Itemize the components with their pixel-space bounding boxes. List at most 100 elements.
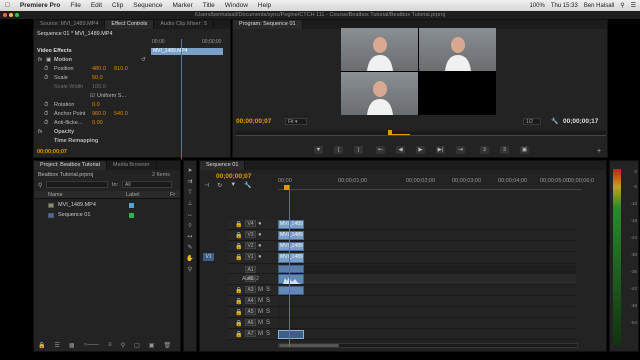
list-item[interactable]: MVI_1489.MP4 <box>34 201 180 210</box>
wrench-icon[interactable]: 🔧 <box>551 118 558 125</box>
stopwatch-icon[interactable]: ⏱ <box>44 74 48 83</box>
column-name[interactable]: Name <box>48 191 63 199</box>
audio-clip[interactable] <box>278 286 304 295</box>
stopwatch-icon[interactable]: ⏱ <box>44 110 48 119</box>
audio-track-a3[interactable]: 🔒 A3 M S <box>228 285 576 296</box>
pen-tool-icon[interactable]: ✎ <box>186 244 194 252</box>
audio-clip[interactable] <box>278 330 304 339</box>
scale-value[interactable]: 50.0 <box>92 74 103 83</box>
tab-program[interactable]: Program: Sequence 01 <box>233 20 303 29</box>
menu-help[interactable]: Help <box>253 2 276 9</box>
search-icon[interactable]: ⚲ <box>38 182 42 189</box>
eye-icon[interactable]: ● <box>258 243 262 249</box>
hand-tool-icon[interactable]: ✋ <box>186 255 194 263</box>
reset-motion-icon[interactable]: ↺ <box>141 56 146 65</box>
program-scrub-bar[interactable] <box>236 130 606 136</box>
column-fr[interactable]: Fr <box>170 191 175 199</box>
menu-marker[interactable]: Marker <box>168 2 198 9</box>
lock-icon[interactable]: 🔒 <box>38 342 45 351</box>
lift-button[interactable]: ⇫ <box>480 146 489 154</box>
timeline-ruler[interactable]: 00;00 00;00;01;00 00;00;02;00 00;00;03;0… <box>278 178 594 190</box>
add-button-icon[interactable]: + <box>597 148 601 155</box>
search-icon[interactable]: ⚲ <box>620 2 624 9</box>
step-back-button[interactable]: ◀ <box>396 146 405 154</box>
rate-stretch-tool-icon[interactable]: ↔ <box>186 211 194 219</box>
solo-button[interactable]: S <box>266 287 270 293</box>
uniform-scale-checkbox[interactable]: ☑ <box>90 92 95 101</box>
track-label[interactable]: V4 <box>245 220 256 227</box>
motion-label[interactable]: Motion <box>54 56 72 65</box>
icon-view-icon[interactable]: ▦ <box>69 342 75 351</box>
mute-button[interactable]: M <box>258 309 263 315</box>
video-track-v2[interactable]: 🔒 V2 ● MVI_1489 <box>228 241 576 252</box>
zoom-slider[interactable]: ○—— <box>84 342 100 351</box>
motion-toggle-icon[interactable]: ▣ <box>46 56 51 65</box>
audio-track-a1[interactable]: A1 <box>228 265 576 274</box>
menu-title[interactable]: Title <box>198 2 220 9</box>
track-label[interactable]: A3 <box>245 286 256 293</box>
automate-icon[interactable]: ≡ <box>108 342 112 351</box>
solo-button[interactable]: S <box>266 320 270 326</box>
video-track-v3[interactable]: 🔒 V3 ● MVI_1489 <box>228 230 576 241</box>
solo-button[interactable]: S <box>266 298 270 304</box>
new-bin-icon[interactable]: ▢ <box>134 342 140 351</box>
mute-button[interactable]: M <box>258 320 263 326</box>
solo-button[interactable]: S <box>266 331 270 337</box>
timeline-playhead[interactable] <box>289 185 290 347</box>
slip-tool-icon[interactable]: ↦ <box>186 233 194 241</box>
menu-file[interactable]: File <box>65 2 85 9</box>
antiflicker-value[interactable]: 0.00 <box>92 119 103 128</box>
lock-icon[interactable]: 🔒 <box>235 254 242 261</box>
in-filter-dropdown[interactable]: All <box>122 181 172 188</box>
work-area-bar[interactable] <box>390 134 410 135</box>
track-label[interactable]: A7 <box>245 330 256 337</box>
rolling-edit-tool-icon[interactable]: ⊥ <box>186 200 194 208</box>
resolution-dropdown[interactable]: 1/2 <box>523 118 541 125</box>
step-forward-button[interactable]: ▶| <box>436 146 445 154</box>
lock-icon[interactable]: 🔒 <box>235 243 242 250</box>
solo-button[interactable]: S <box>266 309 270 315</box>
audio-track-a7[interactable]: 🔒 A7 M S <box>228 329 576 340</box>
snap-icon[interactable]: ⊣ <box>204 182 209 190</box>
track-label[interactable]: V2 <box>245 242 256 249</box>
position-x-value[interactable]: 480.0 <box>92 65 106 74</box>
play-button[interactable]: ▶ <box>416 146 425 154</box>
app-menu[interactable]: Premiere Pro <box>15 2 65 9</box>
video-clip[interactable]: MVI_1489 <box>278 253 304 263</box>
lock-icon[interactable]: 🔒 <box>235 320 242 327</box>
program-video-frame[interactable] <box>341 28 496 115</box>
rotation-value[interactable]: 0.0 <box>92 101 100 110</box>
close-window-button[interactable] <box>3 13 7 17</box>
position-y-value[interactable]: 810.0 <box>114 65 128 74</box>
tab-media-browser[interactable]: Media Browser <box>107 161 157 170</box>
project-search-input[interactable] <box>46 181 108 188</box>
track-label[interactable]: A4 <box>245 297 256 304</box>
anchor-x-value[interactable]: 960.0 <box>92 110 106 119</box>
camera-icon[interactable]: ▣ <box>520 146 529 154</box>
selection-tool-icon[interactable]: ➤ <box>186 167 194 175</box>
zoom-window-button[interactable] <box>15 13 19 17</box>
scrollbar-thumb[interactable] <box>279 344 339 347</box>
fit-dropdown[interactable]: Fit ▾ <box>285 118 307 125</box>
tab-sequence[interactable]: Sequence 01 <box>200 161 246 170</box>
video-track-v4[interactable]: 🔒 V4 ● MVI_1489 <box>228 219 576 230</box>
fx-icon[interactable]: fx <box>38 128 42 137</box>
video-clip[interactable]: MVI_1489 <box>278 242 304 251</box>
video-clip[interactable]: MVI_1489 <box>278 231 304 240</box>
time-remap-label[interactable]: Time Remapping <box>54 137 98 146</box>
effect-timecode[interactable]: 00;00;00;07 <box>37 149 67 155</box>
menu-sequence[interactable]: Sequence <box>128 2 167 9</box>
lock-icon[interactable]: 🔒 <box>235 232 242 239</box>
eye-icon[interactable]: ● <box>258 232 262 238</box>
program-timecode[interactable]: 00;00;00;07 <box>236 118 271 125</box>
stopwatch-icon[interactable]: ⏱ <box>44 119 48 128</box>
track-label[interactable]: V3 <box>245 231 256 238</box>
audio-track-a2[interactable]: A2 Audio 2 <box>228 274 576 285</box>
go-to-out-button[interactable]: ⇥ <box>456 146 465 154</box>
extract-button[interactable]: ⇬ <box>500 146 509 154</box>
menu-list-icon[interactable]: ☰ <box>631 2 636 9</box>
lock-icon[interactable]: 🔒 <box>235 221 242 228</box>
go-to-in-button[interactable]: ⇤ <box>376 146 385 154</box>
opacity-label[interactable]: Opacity <box>54 128 74 137</box>
zoom-tool-icon[interactable]: ⚲ <box>186 266 194 274</box>
